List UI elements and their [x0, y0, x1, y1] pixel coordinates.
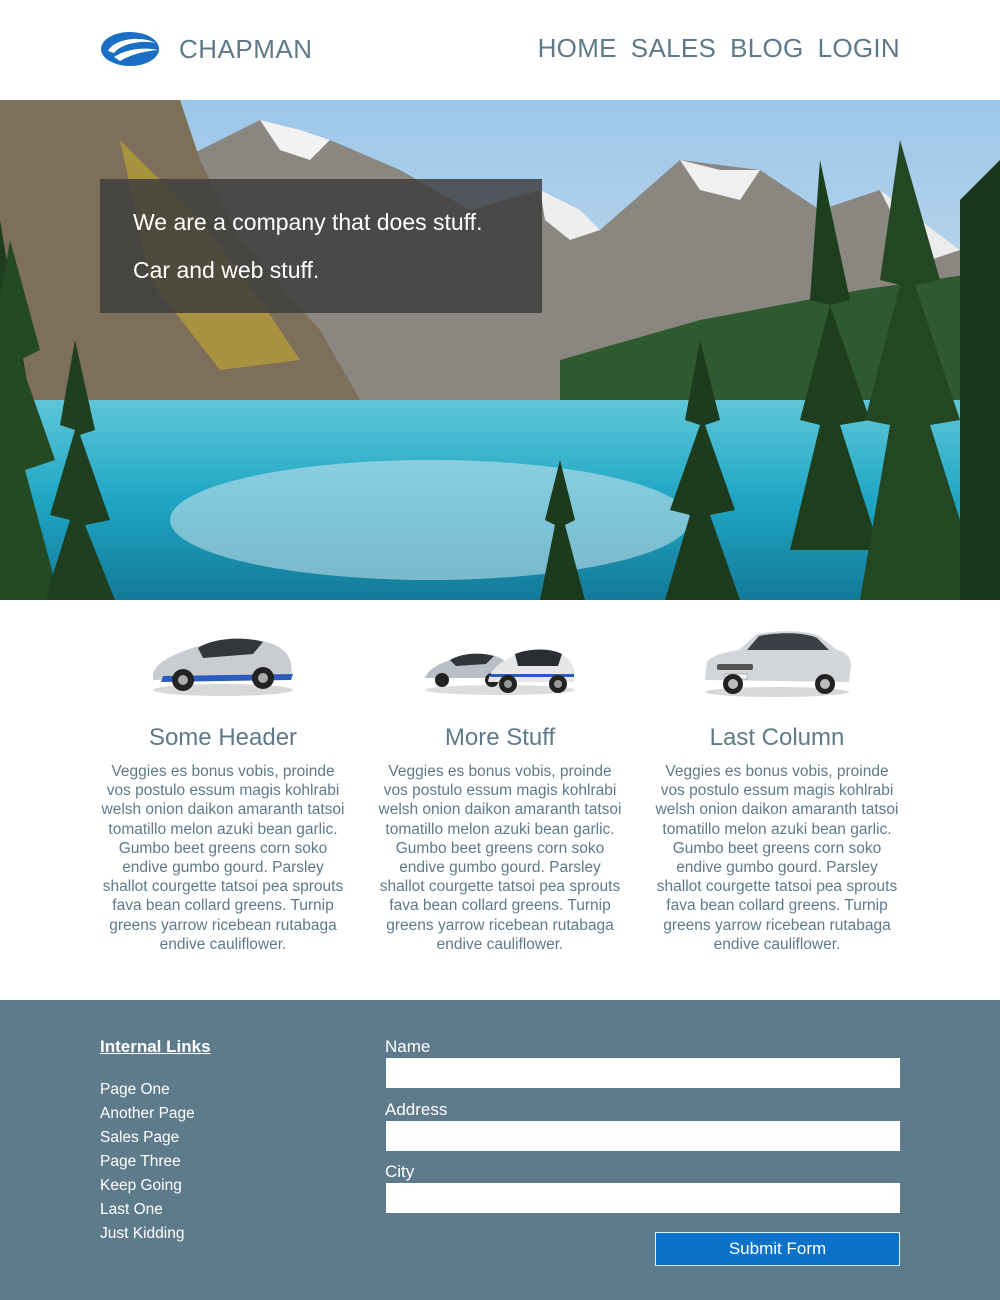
address-label: Address: [385, 1100, 448, 1119]
nav-sales[interactable]: SALES: [631, 33, 716, 64]
feature-column-3: Last Column Veggies es bonus vobis, proi…: [652, 620, 902, 954]
hero-banner: We are a company that does stuff. Car an…: [0, 100, 1000, 600]
internal-links-list: Page One Another Page Sales Page Page Th…: [100, 1078, 195, 1246]
hero-headline: We are a company that does stuff.: [133, 209, 483, 235]
footer-link-just-kidding[interactable]: Just Kidding: [100, 1222, 195, 1246]
sports-car-image: [153, 638, 293, 696]
address-field[interactable]: [386, 1121, 900, 1151]
column-text: Veggies es bonus vobis, proinde vos post…: [101, 763, 345, 953]
nav-blog[interactable]: BLOG: [730, 33, 803, 64]
column-text: Veggies es bonus vobis, proinde vos post…: [655, 763, 899, 953]
nav-login[interactable]: LOGIN: [818, 33, 900, 64]
footer-link-page-three[interactable]: Page Three: [100, 1150, 195, 1174]
footer-link-another-page[interactable]: Another Page: [100, 1102, 195, 1126]
internal-links-heading: Internal Links: [100, 1037, 211, 1056]
column-text: Veggies es bonus vobis, proinde vos post…: [378, 763, 622, 953]
sedan-car-image: [705, 631, 851, 697]
site-footer: Internal Links Page One Another Page Sal…: [0, 1000, 1000, 1300]
name-field[interactable]: [386, 1058, 900, 1088]
site-header: CHAPMAN HOME SALES BLOG LOGIN: [0, 0, 1000, 100]
feature-column-1: Some Header Veggies es bonus vobis, proi…: [98, 620, 348, 954]
submit-form-button[interactable]: Submit Form: [655, 1232, 900, 1266]
mountain-lake-image: [0, 100, 1000, 600]
feature-column-2: More Stuff Veggies es bonus vobis, proin…: [375, 620, 625, 954]
column-title: More Stuff: [444, 724, 556, 751]
nav-home[interactable]: HOME: [538, 33, 617, 64]
column-title: Last Column: [709, 724, 845, 751]
city-label: City: [385, 1162, 415, 1181]
footer-link-sales-page[interactable]: Sales Page: [100, 1126, 195, 1150]
footer-link-keep-going[interactable]: Keep Going: [100, 1174, 195, 1198]
footer-link-page-one[interactable]: Page One: [100, 1078, 195, 1102]
footer-link-last-one[interactable]: Last One: [100, 1198, 195, 1222]
brand-name[interactable]: CHAPMAN: [179, 34, 313, 65]
hero-caption-box: We are a company that does stuff. Car an…: [100, 179, 542, 313]
name-label: Name: [385, 1037, 431, 1056]
swoosh-logo-icon[interactable]: [100, 31, 160, 67]
two-cars-image: [425, 649, 575, 695]
city-field[interactable]: [386, 1183, 900, 1213]
main-nav: HOME SALES BLOG LOGIN: [538, 33, 900, 64]
column-title: Some Header: [148, 724, 298, 751]
hero-subline: Car and web stuff.: [133, 257, 320, 283]
